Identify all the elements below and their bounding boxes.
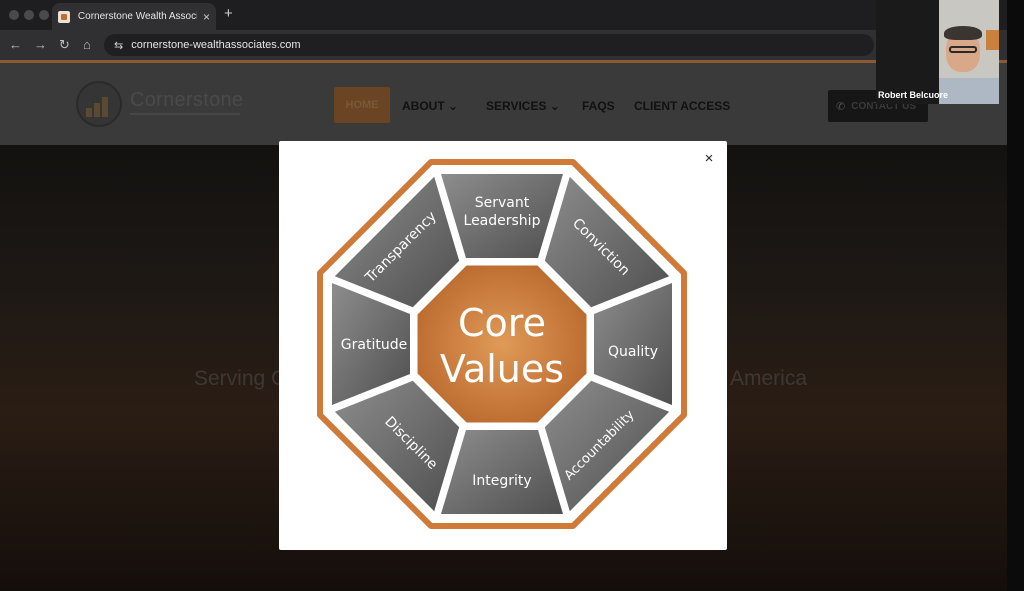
- address-url: cornerstone-wealthassociates.com: [131, 39, 301, 51]
- tab-title: Cornerstone Wealth Associat: [77, 11, 197, 22]
- logo-text[interactable]: Cornerstone: [130, 89, 243, 112]
- center-title-line1: Core: [458, 301, 546, 345]
- label-servant: Servant: [475, 195, 530, 211]
- hero-text-right: America: [730, 367, 808, 390]
- participant-glasses: [949, 46, 977, 53]
- window-minimize-dot[interactable]: [24, 10, 34, 20]
- participant-name: Robert Belcuore: [878, 90, 949, 100]
- label-leadership: Leadership: [464, 213, 541, 229]
- nav-home-button[interactable]: HOME: [334, 87, 390, 123]
- label-gratitude: Gratitude: [341, 337, 407, 353]
- phone-icon: ✆: [836, 100, 846, 113]
- site-header: Cornerstone HOME ABOUT ⌄ SERVICES ⌄ FAQS…: [0, 63, 1007, 145]
- label-quality: Quality: [608, 344, 658, 360]
- screen-edge-strip: [1007, 0, 1024, 591]
- logo-bars-icon: [86, 95, 112, 117]
- back-arrow-icon[interactable]: ←: [9, 37, 22, 52]
- logo-tagline-bar: [130, 113, 240, 115]
- browser-toolbar: ← → ↻ ⌂ ⇆ cornerstone-wealthassociates.c…: [0, 30, 1007, 60]
- nav-client-access[interactable]: CLIENT ACCESS: [634, 99, 730, 113]
- participant-hair: [944, 26, 982, 40]
- window-close-dot[interactable]: [9, 10, 19, 20]
- home-icon[interactable]: ⌂: [83, 37, 91, 52]
- browser-tab-bar: Cornerstone Wealth Associat × +: [0, 0, 1007, 30]
- site-settings-icon[interactable]: ⇆: [114, 39, 123, 52]
- nav-faqs[interactable]: FAQS: [582, 99, 615, 113]
- label-integrity: Integrity: [472, 473, 531, 489]
- participant-video[interactable]: Robert Belcuore: [876, 0, 999, 104]
- window-maximize-dot[interactable]: [39, 10, 49, 20]
- video-background-object: [986, 30, 999, 50]
- center-title-line2: Values: [440, 347, 564, 391]
- reload-icon[interactable]: ↻: [59, 37, 70, 53]
- nav-about[interactable]: ABOUT ⌄: [402, 99, 458, 113]
- favicon-icon: [58, 10, 70, 23]
- address-bar[interactable]: ⇆ cornerstone-wealthassociates.com: [104, 34, 874, 56]
- tab-close-icon[interactable]: ×: [203, 10, 210, 24]
- browser-tab[interactable]: Cornerstone Wealth Associat ×: [52, 3, 216, 30]
- new-tab-icon[interactable]: +: [224, 5, 233, 22]
- forward-arrow-icon[interactable]: →: [34, 37, 47, 52]
- hero-text-left: Serving C: [194, 367, 287, 390]
- modal-close-icon[interactable]: ×: [703, 151, 715, 166]
- nav-services[interactable]: SERVICES ⌄: [486, 99, 560, 113]
- screen: Cornerstone Wealth Associat × + ← → ↻ ⌂ …: [0, 0, 1024, 591]
- core-values-diagram: Core Values Servant Leadership Convictio…: [317, 159, 687, 529]
